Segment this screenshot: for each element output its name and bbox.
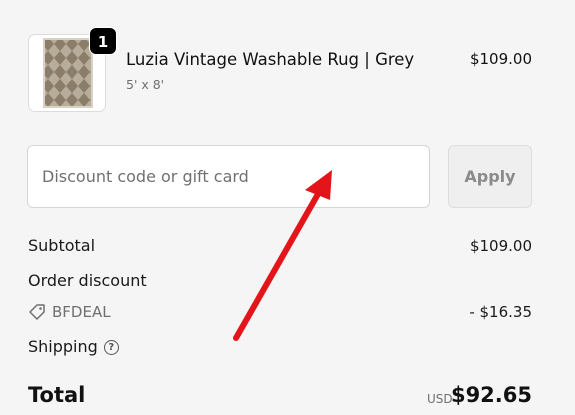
rug-image [43, 38, 93, 108]
product-variant: 5' x 8' [126, 77, 165, 92]
product-line-item: 1 Luzia Vintage Washable Rug | Grey 5' x… [28, 27, 532, 116]
discount-code-input[interactable]: Discount code or gift card [27, 145, 430, 208]
shipping-label: Shipping [28, 337, 98, 356]
discount-code-tag: BFDEAL [28, 303, 111, 321]
shipping-row: Shipping? [28, 337, 119, 356]
apply-button[interactable]: Apply [448, 145, 532, 208]
product-thumbnail: 1 [28, 27, 117, 112]
quantity-badge: 1 [89, 27, 117, 55]
help-icon[interactable]: ? [103, 340, 119, 355]
total-label: Total [28, 383, 86, 407]
total-value: $92.65 [450, 383, 532, 407]
product-price: $109.00 [469, 50, 532, 68]
total-currency: USD [427, 392, 453, 406]
tag-icon [29, 304, 45, 320]
subtotal-label: Subtotal [28, 236, 96, 255]
subtotal-value: $109.00 [469, 237, 532, 255]
discount-value: - $16.35 [469, 303, 532, 321]
product-name: Luzia Vintage Washable Rug | Grey [126, 50, 415, 69]
order-discount-label: Order discount [28, 271, 147, 290]
discount-code-text: BFDEAL [52, 303, 111, 321]
